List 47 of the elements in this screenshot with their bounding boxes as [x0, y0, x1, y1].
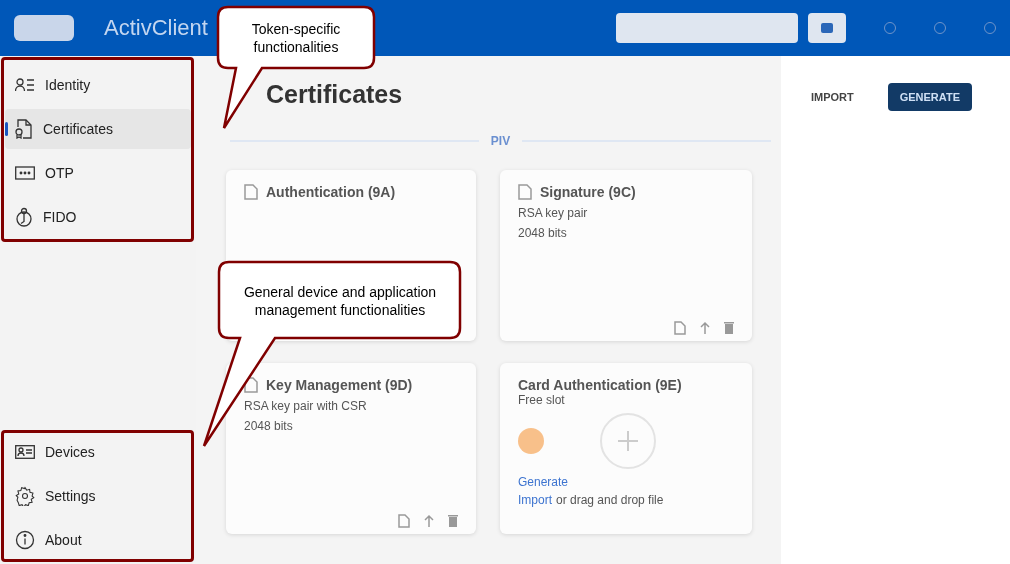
callout-text: General device and application management functionalities [242, 283, 438, 319]
selection-indicator [5, 122, 8, 136]
file-icon[interactable] [398, 514, 410, 528]
nav-item[interactable]: Certificates [5, 109, 191, 149]
key-icon [15, 207, 33, 227]
nav-item[interactable]: Identity [5, 65, 191, 105]
import-button[interactable]: IMPORT [798, 83, 866, 111]
person-list-icon [15, 78, 35, 92]
nav-item[interactable]: Devices [5, 432, 191, 472]
drop-hint: or drag and drop file [556, 493, 664, 507]
plus-icon [616, 429, 640, 453]
info-icon [15, 530, 35, 550]
window-title: ActivClient [104, 15, 208, 41]
card-button[interactable] [808, 13, 846, 43]
callout-text: Token-specific functionalities [250, 20, 342, 56]
settings-icon [15, 486, 35, 506]
card-title: Authentication (9A) [266, 184, 396, 200]
trash-icon[interactable] [724, 321, 734, 335]
generate-link[interactable]: Generate [518, 475, 734, 489]
card-icon [821, 23, 833, 33]
card-text: RSA key pair with CSR [244, 399, 368, 413]
document-icon [244, 184, 258, 200]
document-icon [518, 184, 532, 200]
card-title: Signature (9C) [540, 184, 636, 200]
generate-button[interactable]: GENERATE [887, 83, 972, 111]
warning-icon [518, 428, 544, 454]
password-icon [15, 166, 35, 180]
id-card-icon [15, 445, 35, 459]
upload-icon[interactable] [424, 514, 434, 528]
card-text: 2048 bits [518, 226, 568, 240]
file-icon[interactable] [674, 321, 686, 335]
add-button[interactable] [600, 413, 656, 469]
trash-icon[interactable] [448, 514, 458, 528]
slot-status: Free slot [518, 393, 566, 407]
card-text: RSA key pair [518, 206, 589, 220]
nav-item[interactable]: FIDO [5, 197, 191, 237]
page-title: Certificates [265, 80, 404, 110]
import-link[interactable]: Import [518, 493, 552, 507]
nav-item[interactable]: OTP [5, 153, 191, 193]
certificate-icon [15, 119, 33, 139]
nav-item[interactable]: Settings [5, 476, 191, 516]
card-title: Card Authentication (9E) [518, 377, 682, 393]
card-text: 2048 bits [244, 419, 294, 433]
nav-item[interactable]: About [5, 520, 191, 560]
card-title: Key Management (9D) [266, 377, 413, 393]
logo [14, 15, 74, 41]
upload-icon[interactable] [700, 321, 710, 335]
